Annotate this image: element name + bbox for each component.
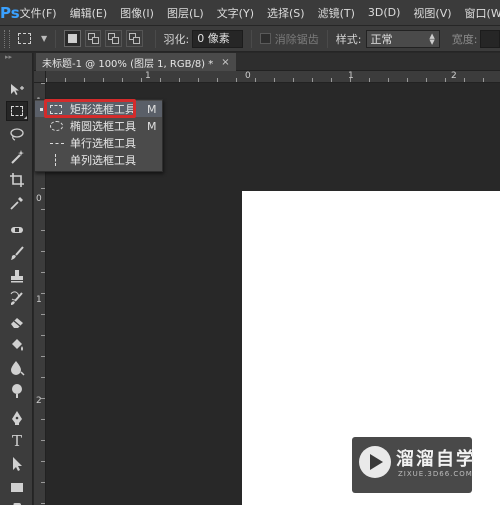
eraser-tool-icon[interactable] — [6, 312, 28, 332]
toolbox: ▸▸ T — [0, 53, 33, 505]
options-bar: ▼ 羽化: 0 像素 消除锯齿 样式: 正常 ▲ ▼ 宽度: — [0, 26, 500, 52]
lasso-tool-icon[interactable] — [6, 124, 28, 144]
single-row-marquee-icon — [50, 142, 64, 144]
crop-tool-icon[interactable] — [6, 170, 28, 190]
paint-bucket-icon[interactable] — [6, 335, 28, 355]
subtract-selection-icon — [108, 33, 120, 44]
antialias-checkbox[interactable] — [260, 33, 271, 44]
ruler-tick-label: 1 — [348, 71, 354, 81]
watermark-title: 溜溜自学 — [396, 449, 476, 470]
dodge-tool-icon[interactable] — [6, 381, 28, 401]
menu-3d[interactable]: 3D(D) — [368, 6, 401, 19]
intersect-selection-icon — [128, 33, 140, 44]
shortcut-key: M — [147, 119, 157, 133]
photoshop-logo: Ps — [0, 3, 20, 22]
document-tab-title: 未标题-1 @ 100% (图层 1, RGB/8) * — [42, 58, 214, 70]
feather-label: 羽化: — [163, 32, 190, 46]
ruler-tick-label: 2 — [451, 71, 457, 81]
menu-edit[interactable]: 编辑(E) — [70, 5, 108, 21]
menu-filter[interactable]: 滤镜(T) — [318, 5, 355, 21]
watermark-subtitle: ZIXUE.3D66.COM — [398, 470, 473, 478]
flyout-item-single-column-marquee[interactable]: 单列选框工具 — [35, 152, 162, 168]
menu-view[interactable]: 视图(V) — [413, 5, 451, 21]
menu-window[interactable]: 窗口(W) — [465, 5, 500, 21]
separator — [251, 29, 253, 48]
close-icon[interactable]: × — [221, 57, 229, 68]
chevron-down-icon: ▼ — [40, 34, 48, 43]
clone-stamp-icon[interactable] — [6, 266, 28, 286]
watermark: 溜溜自学 ZIXUE.3D66.COM — [352, 437, 474, 493]
menu-layer[interactable]: 图层(L) — [167, 5, 204, 21]
brush-tool-icon[interactable] — [6, 243, 28, 263]
options-grip[interactable] — [4, 29, 10, 48]
new-selection-icon — [67, 34, 77, 43]
play-logo-icon — [359, 446, 391, 478]
rect-marquee-icon — [17, 33, 31, 44]
marquee-tool-icon[interactable] — [6, 101, 28, 121]
ruler-tick-label: 1 — [145, 71, 151, 81]
horizontal-ruler[interactable]: 1 0 1 2 — [46, 71, 500, 83]
ruler-tick-label: 0 — [245, 71, 251, 81]
quick-select-tool-icon[interactable] — [6, 147, 28, 167]
separator — [326, 29, 328, 48]
style-select[interactable]: 正常 ▲ ▼ — [365, 29, 440, 48]
blur-tool-icon[interactable] — [6, 358, 28, 378]
width-label: 宽度: — [451, 32, 478, 46]
intersect-selection-button[interactable] — [125, 30, 143, 47]
menu-image[interactable]: 图像(I) — [120, 5, 154, 21]
path-select-icon[interactable] — [6, 454, 28, 474]
menu-type[interactable]: 文字(Y) — [217, 5, 254, 21]
subtract-selection-button[interactable] — [105, 30, 122, 47]
add-to-selection-button[interactable] — [84, 30, 102, 47]
healing-brush-icon[interactable] — [6, 220, 28, 240]
menu-select[interactable]: 选择(S) — [267, 5, 305, 21]
hand-tool-icon[interactable] — [6, 498, 28, 505]
ruler-tick-label: 2 — [36, 396, 42, 406]
history-brush-icon[interactable] — [6, 289, 28, 309]
flyout-item-elliptical-marquee[interactable]: 椭圆选框工具 M — [35, 118, 162, 134]
eyedropper-tool-icon[interactable] — [6, 193, 28, 213]
flyout-item-label: 单列选框工具 — [70, 154, 136, 167]
ellipse-marquee-icon — [50, 121, 63, 131]
document-tab[interactable]: 未标题-1 @ 100% (图层 1, RGB/8) * × — [36, 53, 236, 71]
pen-tool-icon[interactable] — [6, 408, 28, 428]
flyout-item-single-row-marquee[interactable]: 单行选框工具 — [35, 135, 162, 151]
active-bullet-icon — [40, 107, 43, 111]
flyout-item-rectangular-marquee[interactable]: 矩形选框工具 M — [35, 101, 162, 117]
ruler-tick-label: 1 — [36, 295, 42, 305]
single-column-marquee-icon — [50, 154, 56, 166]
feather-input[interactable]: 0 像素 — [192, 29, 244, 48]
rect-marquee-icon — [50, 104, 62, 114]
style-label: 样式: — [335, 32, 362, 46]
flyout-item-label: 矩形选框工具 — [70, 103, 136, 116]
flyout-item-label: 椭圆选框工具 — [70, 120, 136, 133]
move-tool-icon[interactable] — [6, 80, 28, 100]
shortcut-key: M — [147, 102, 157, 116]
ruler-origin[interactable] — [34, 71, 46, 83]
menu-file[interactable]: 文件(F) — [20, 5, 57, 21]
document-tab-bar: 未标题-1 @ 100% (图层 1, RGB/8) * × — [34, 53, 500, 71]
separator — [55, 29, 57, 48]
add-selection-icon — [87, 33, 99, 44]
style-value: 正常 — [370, 32, 393, 46]
antialias-label: 消除锯齿 — [274, 32, 319, 46]
type-tool-icon[interactable]: T — [6, 431, 28, 451]
updown-arrows-icon: ▲ ▼ — [429, 31, 435, 46]
marquee-tools-flyout: 矩形选框工具 M 椭圆选框工具 M 单行选框工具 单列选框工具 — [34, 99, 163, 172]
flyout-item-label: 单行选框工具 — [70, 137, 136, 150]
tool-preset-picker[interactable]: ▼ — [17, 29, 48, 49]
new-selection-button[interactable] — [64, 30, 81, 47]
menu-bar: Ps 文件(F) 编辑(E) 图像(I) 图层(L) 文字(Y) 选择(S) 滤… — [0, 0, 500, 26]
width-input[interactable] — [480, 29, 500, 48]
toolbox-collapse-icon[interactable]: ▸▸ — [0, 53, 32, 61]
rectangle-shape-icon[interactable] — [6, 477, 28, 497]
separator — [154, 29, 156, 48]
ruler-tick-label: 0 — [36, 194, 42, 204]
